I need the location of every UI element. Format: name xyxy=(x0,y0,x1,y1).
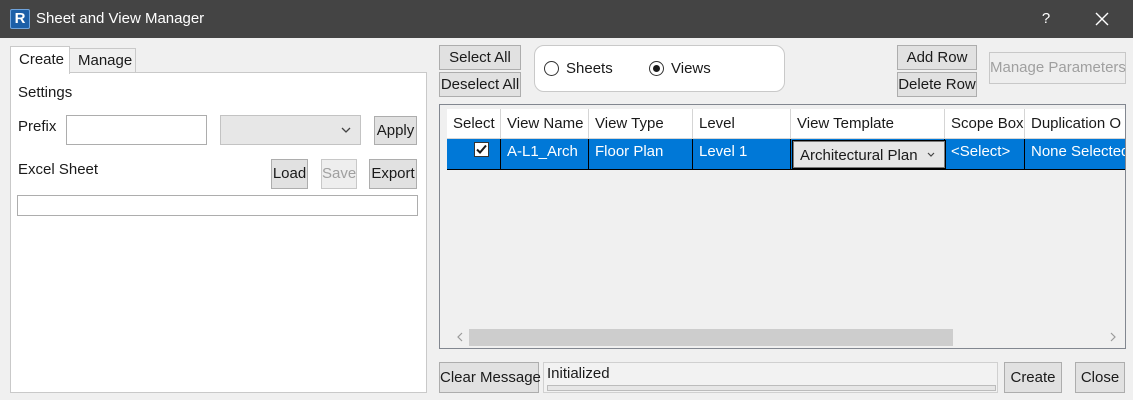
sheets-radio-label[interactable]: Sheets xyxy=(566,60,613,77)
progress-bar xyxy=(547,385,996,391)
level-cell[interactable]: Level 1 xyxy=(693,139,791,170)
view-template-value: Architectural Plan xyxy=(800,147,918,164)
select-all-button[interactable]: Select All xyxy=(439,45,521,70)
view-name-cell[interactable]: A-L1_Arch xyxy=(501,139,589,170)
views-radio-label[interactable]: Views xyxy=(671,60,711,77)
scrollbar-thumb[interactable] xyxy=(469,329,953,346)
tab-manage[interactable]: Manage xyxy=(69,48,136,73)
close-button[interactable]: Close xyxy=(1075,362,1125,393)
help-button[interactable]: ? xyxy=(1028,0,1064,38)
column-header-view-type[interactable]: View Type xyxy=(589,109,693,139)
column-header-select[interactable]: Select xyxy=(447,109,501,139)
status-text: Initialized xyxy=(547,365,610,382)
views-radio[interactable] xyxy=(649,61,664,76)
clear-message-button[interactable]: Clear Message xyxy=(439,362,541,393)
view-template-combobox[interactable]: Architectural Plan xyxy=(792,140,946,169)
load-button[interactable]: Load xyxy=(271,159,308,189)
scroll-left-icon[interactable] xyxy=(454,331,466,343)
scope-box-cell[interactable]: <Select> xyxy=(945,139,1025,170)
row-select-cell[interactable] xyxy=(447,139,501,170)
prefix-input[interactable] xyxy=(66,115,207,145)
excel-path-input[interactable] xyxy=(17,195,418,216)
manage-parameters-button[interactable]: Manage Parameters xyxy=(989,52,1126,84)
close-icon xyxy=(1095,12,1109,26)
view-type-cell[interactable]: Floor Plan xyxy=(589,139,693,170)
sheets-views-radio-group: Sheets Views xyxy=(534,45,785,92)
prefix-combobox[interactable] xyxy=(220,115,361,145)
apply-button[interactable]: Apply xyxy=(374,116,417,145)
duplication-cell[interactable]: None Selected xyxy=(1025,139,1125,170)
column-header-duplication[interactable]: Duplication O xyxy=(1025,109,1125,139)
create-tab-panel: Settings Prefix Apply Excel Sheet Load S… xyxy=(10,72,427,393)
column-header-view-template[interactable]: View Template xyxy=(791,109,945,139)
window-title: Sheet and View Manager xyxy=(36,10,205,27)
horizontal-scrollbar[interactable] xyxy=(441,327,1125,348)
scroll-right-icon[interactable] xyxy=(1107,331,1119,343)
column-header-level[interactable]: Level xyxy=(693,109,791,139)
deselect-all-button[interactable]: Deselect All xyxy=(439,72,521,97)
prefix-label: Prefix xyxy=(18,118,57,135)
sheets-radio[interactable] xyxy=(544,61,559,76)
checkmark-icon xyxy=(476,144,487,154)
column-header-scope-box[interactable]: Scope Box xyxy=(945,109,1025,139)
settings-label: Settings xyxy=(18,84,73,101)
export-button[interactable]: Export xyxy=(369,159,417,189)
create-button[interactable]: Create xyxy=(1004,362,1062,393)
delete-row-button[interactable]: Delete Row xyxy=(897,72,977,97)
row-select-checkbox[interactable] xyxy=(474,142,489,157)
tab-create[interactable]: Create xyxy=(10,46,70,74)
status-message-area: Initialized xyxy=(543,362,998,393)
excel-sheet-label: Excel Sheet xyxy=(18,161,99,178)
add-row-button[interactable]: Add Row xyxy=(897,45,977,70)
title-bar: R Sheet and View Manager ? xyxy=(0,0,1133,38)
chevron-down-icon xyxy=(341,127,351,133)
revit-app-icon: R xyxy=(10,9,30,29)
chevron-down-icon xyxy=(927,152,935,157)
table-row[interactable]: A-L1_Arch Floor Plan Level 1 Architectur… xyxy=(447,139,1125,170)
views-data-grid[interactable]: Select View Name View Type Level View Te… xyxy=(439,104,1126,349)
window-close-button[interactable] xyxy=(1082,0,1122,38)
column-header-view-name[interactable]: View Name xyxy=(501,109,589,139)
save-button[interactable]: Save xyxy=(321,159,357,189)
